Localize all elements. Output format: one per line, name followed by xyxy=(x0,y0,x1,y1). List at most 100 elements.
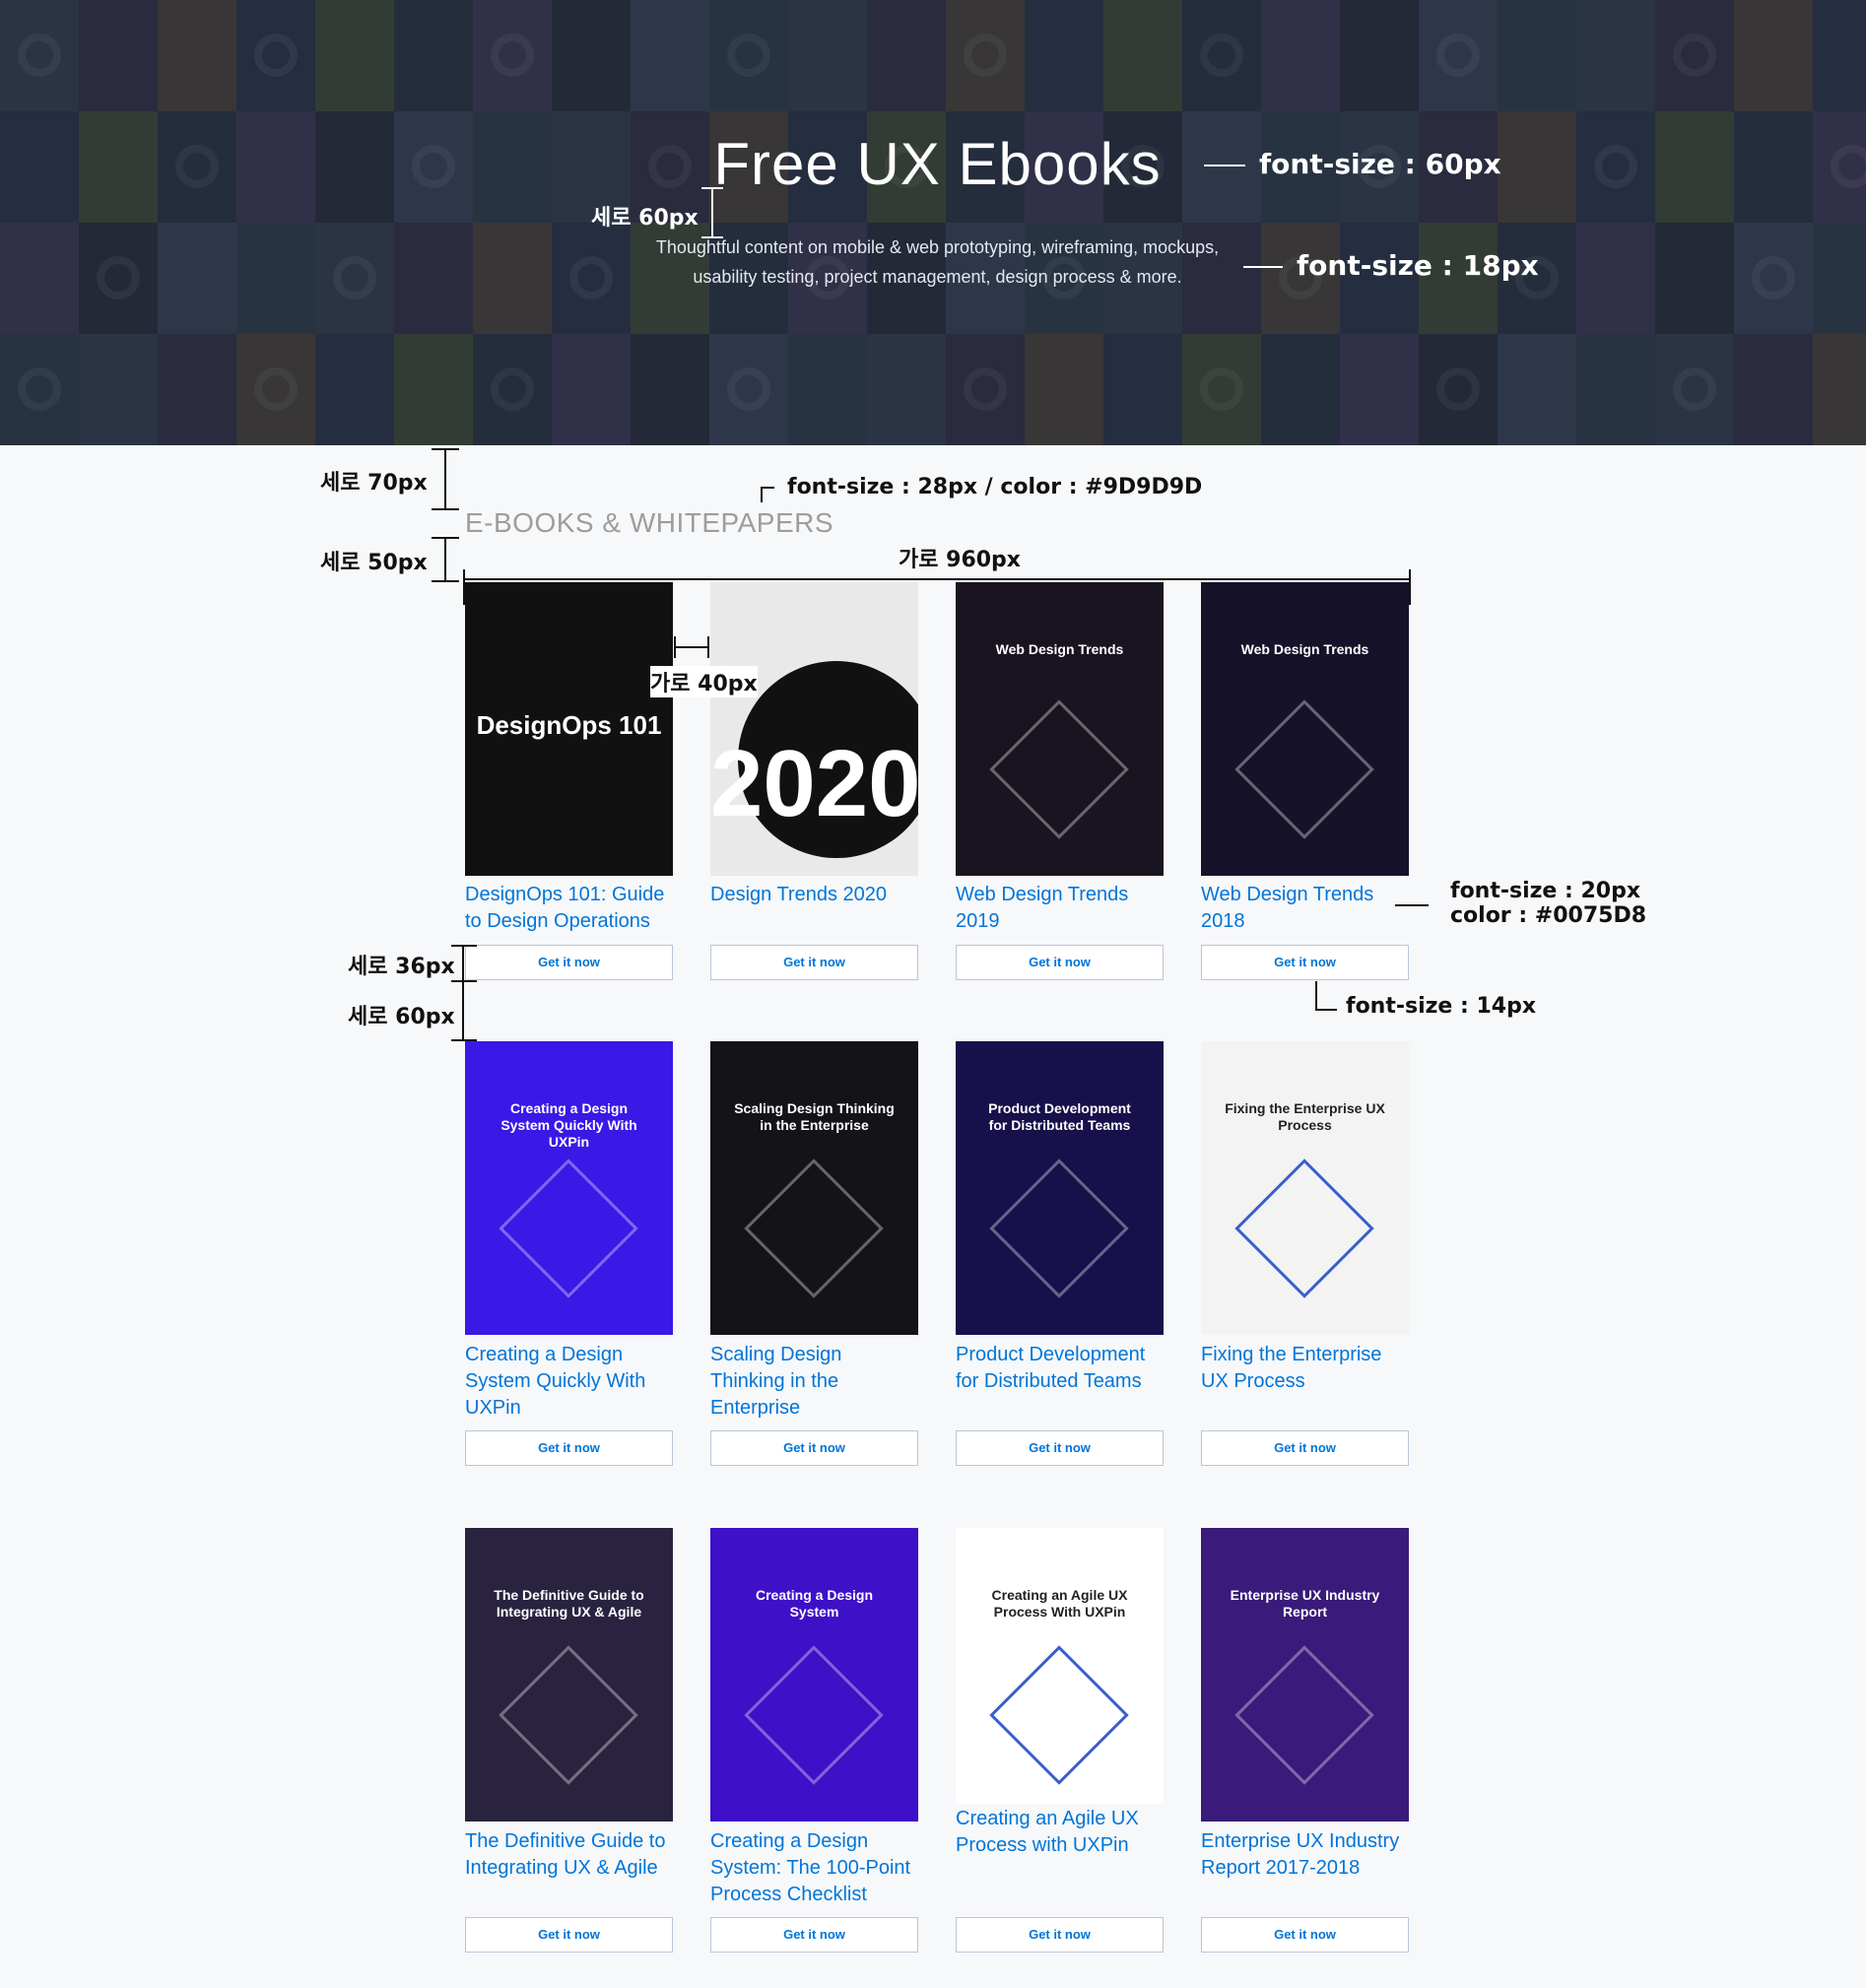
annotation-title-size-20: font-size : 20px xyxy=(1450,879,1641,903)
ebook-card: Creating a Design System Quickly With UX… xyxy=(465,1041,673,1466)
width-marker-cap xyxy=(674,636,676,658)
annotation-gap-70: 세로 70px xyxy=(320,471,428,496)
arrow-button-size-head xyxy=(1315,1009,1337,1011)
annotation-title-size: font-size : 60px xyxy=(1259,148,1501,180)
hero-subtitle: Thoughtful content on mobile & web proto… xyxy=(631,232,1244,292)
ebook-cover-text: Product Development for Distributed Team… xyxy=(988,1100,1131,1133)
annotation-gap-36: 세로 36px xyxy=(348,955,455,979)
ebook-cover[interactable]: 2020 xyxy=(710,582,918,876)
get-it-now-button[interactable]: Get it now xyxy=(710,1917,918,1953)
ebook-cover-text: Enterprise UX Industry Report xyxy=(1230,1587,1380,1620)
ebook-title-link[interactable]: DesignOps 101: Guide to Design Operation… xyxy=(465,882,673,935)
get-it-now-button[interactable]: Get it now xyxy=(1201,1917,1409,1953)
gap-marker-cap xyxy=(451,980,477,982)
ebook-cover[interactable]: Fixing the Enterprise UX Process xyxy=(1201,1041,1409,1335)
gap-marker-cap xyxy=(432,508,459,510)
ebook-card: Web Design Trends Web Design Trends 2019 G… xyxy=(956,582,1164,980)
get-it-now-button[interactable]: Get it now xyxy=(710,1430,918,1466)
cover-illustration xyxy=(744,1645,884,1785)
gap-marker-36 xyxy=(462,945,464,982)
ebook-cover[interactable]: The Definitive Guide to Integrating UX &… xyxy=(465,1528,673,1822)
gap-marker-60-row xyxy=(462,982,464,1041)
ebook-cover[interactable]: DesignOps 101 xyxy=(465,582,673,876)
hero-title: Free UX Ebooks xyxy=(713,131,1162,197)
gap-marker-60-top xyxy=(711,187,713,238)
ebook-cover-text: Creating a Design System xyxy=(755,1587,874,1620)
gap-marker-cap xyxy=(451,1039,477,1041)
gap-marker-cap xyxy=(701,236,723,238)
ebook-title-link[interactable]: Fixing the Enterprise UX Process xyxy=(1201,1342,1409,1395)
ebook-title-link[interactable]: Scaling Design Thinking in the Enterpris… xyxy=(710,1342,918,1422)
ebook-cover-text: The Definitive Guide to Integrating UX &… xyxy=(494,1587,644,1620)
ebook-title-link[interactable]: Enterprise UX Industry Report 2017-2018 xyxy=(1201,1828,1409,1882)
gap-marker-cap xyxy=(701,187,723,189)
arrow-button-size xyxy=(1315,981,1317,1011)
get-it-now-button[interactable]: Get it now xyxy=(956,1917,1164,1953)
ebook-card: Fixing the Enterprise UX Process Fixing t… xyxy=(1201,1041,1409,1466)
annotation-gap-50: 세로 50px xyxy=(320,551,428,575)
ebook-cover[interactable]: Creating an Agile UX Process With UXPin xyxy=(956,1528,1164,1804)
get-it-now-button[interactable]: Get it now xyxy=(956,945,1164,980)
ebook-card: 2020 Design Trends 2020 Get it now xyxy=(710,582,918,980)
annotation-subtitle-size: font-size : 18px xyxy=(1297,249,1539,282)
arrow-subtitle-size xyxy=(1243,266,1283,268)
arrow-title-style xyxy=(1395,904,1429,906)
ebook-cover[interactable]: Product Development for Distributed Team… xyxy=(956,1041,1164,1335)
ebook-cover[interactable]: Creating a Design System xyxy=(710,1528,918,1822)
gap-marker-70 xyxy=(444,448,446,510)
ebook-card: Enterprise UX Industry Report Enterprise … xyxy=(1201,1528,1409,1953)
ebook-title-link[interactable]: Creating an Agile UX Process with UXPin xyxy=(956,1806,1164,1859)
ebook-title-link[interactable]: Web Design Trends 2018 xyxy=(1201,882,1409,935)
ebook-cover-text: Fixing the Enterprise UX Process xyxy=(1225,1100,1385,1133)
arrow-section-style-head xyxy=(761,487,774,489)
ebook-cover-text: 2020 xyxy=(710,731,918,836)
cover-illustration xyxy=(499,1645,638,1785)
hero-subtitle-line-2: usability testing, project management, d… xyxy=(693,267,1182,287)
ebook-cover[interactable]: Web Design Trends xyxy=(956,582,1164,876)
cover-illustration xyxy=(499,1159,638,1298)
get-it-now-button[interactable]: Get it now xyxy=(956,1430,1164,1466)
ebook-cover-text: Creating an Agile UX Process With UXPin xyxy=(991,1587,1128,1620)
get-it-now-button[interactable]: Get it now xyxy=(1201,945,1409,980)
ebook-title-link[interactable]: Design Trends 2020 xyxy=(710,882,918,908)
section-title: E-BOOKS & WHITEPAPERS xyxy=(465,507,834,538)
get-it-now-button[interactable]: Get it now xyxy=(465,1430,673,1466)
get-it-now-button[interactable]: Get it now xyxy=(710,945,918,980)
cover-illustration xyxy=(1234,699,1374,839)
ebook-card: Product Development for Distributed Team… xyxy=(956,1041,1164,1466)
annotation-width-960: 가로 960px xyxy=(899,548,1022,572)
ebook-card: Web Design Trends Web Design Trends 2018 G… xyxy=(1201,582,1409,980)
width-marker-960 xyxy=(463,578,1411,580)
ebook-cover-text: Web Design Trends xyxy=(995,641,1124,657)
ebook-cover[interactable]: Web Design Trends xyxy=(1201,582,1409,876)
get-it-now-button[interactable]: Get it now xyxy=(465,945,673,980)
get-it-now-button[interactable]: Get it now xyxy=(1201,1430,1409,1466)
ebook-cover[interactable]: Creating a Design System Quickly With UX… xyxy=(465,1041,673,1335)
ebook-title-link[interactable]: Web Design Trends 2019 xyxy=(956,882,1164,935)
gap-marker-cap xyxy=(432,580,459,582)
ebook-title-link[interactable]: The Definitive Guide to Integrating UX &… xyxy=(465,1828,673,1882)
get-it-now-button[interactable]: Get it now xyxy=(465,1917,673,1953)
ebook-card: DesignOps 101 DesignOps 101: Guide to Des… xyxy=(465,582,673,980)
cover-illustration xyxy=(744,1159,884,1298)
cover-illustration xyxy=(989,1159,1129,1298)
annotation-button-size: font-size : 14px xyxy=(1346,994,1537,1019)
gap-marker-50 xyxy=(444,537,446,582)
annotation-section-style: font-size : 28px / color : #9D9D9D xyxy=(787,475,1203,499)
ebook-cover[interactable]: Enterprise UX Industry Report xyxy=(1201,1528,1409,1822)
ebook-title-link[interactable]: Product Development for Distributed Team… xyxy=(956,1342,1164,1395)
cover-illustration xyxy=(1234,1159,1374,1298)
cover-illustration xyxy=(989,1645,1129,1785)
ebook-card: Creating an Agile UX Process With UXPin C… xyxy=(956,1528,1164,1953)
annotation-title-color: color : #0075D8 xyxy=(1450,903,1647,928)
gap-marker-cap xyxy=(432,448,459,450)
ebook-cover-text: DesignOps 101 xyxy=(476,710,662,740)
ebook-title-link[interactable]: Creating a Design System Quickly With UX… xyxy=(465,1342,673,1422)
width-marker-40 xyxy=(674,646,709,648)
arrow-title-size xyxy=(1204,165,1245,166)
ebook-title-link[interactable]: Creating a Design System: The 100-Point … xyxy=(710,1828,918,1908)
width-marker-cap xyxy=(707,636,709,658)
ebook-card: The Definitive Guide to Integrating UX &… xyxy=(465,1528,673,1953)
ebook-cover[interactable]: Scaling Design Thinking in the Enterpris… xyxy=(710,1041,918,1335)
cover-illustration xyxy=(1234,1645,1374,1785)
